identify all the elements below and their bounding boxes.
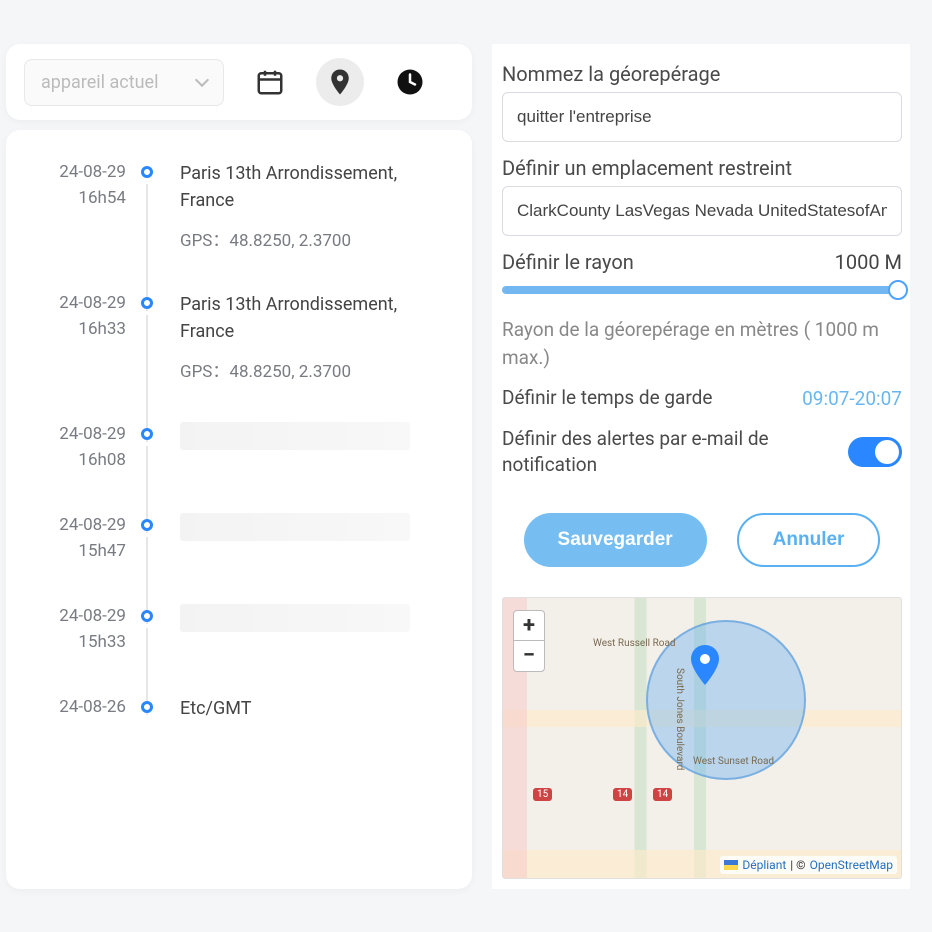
zoom-out-button[interactable]: −	[514, 641, 544, 671]
geofence-location-input[interactable]	[502, 186, 902, 236]
device-selector-label: appareil actuel	[41, 72, 158, 93]
geofence-form: Nommez la géorepérage Définir un emplace…	[492, 44, 910, 889]
leaflet-link[interactable]: Dépliant	[742, 858, 786, 872]
entry-datetime: 24-08-29 16h54	[36, 160, 132, 251]
calendar-button[interactable]	[246, 58, 294, 106]
location-pin-icon	[325, 67, 355, 97]
guard-time-label: Définir le temps de garde	[502, 385, 712, 412]
geofence-name-input[interactable]	[502, 92, 902, 142]
calendar-icon	[255, 67, 285, 97]
timeline-dot-icon	[141, 519, 153, 531]
entry-datetime: 24-08-29 15h47	[36, 513, 132, 564]
map-attribution: Dépliant | © OpenStreetMap	[720, 856, 897, 874]
entry-gps: GPS：48.8250, 2.3700	[180, 226, 442, 251]
flag-icon	[724, 860, 738, 870]
map-route-shield: 15	[533, 788, 552, 801]
timeline-toolbar: appareil actuel	[6, 44, 472, 120]
save-button[interactable]: Sauvegarder	[524, 513, 707, 567]
timeline-entry[interactable]: 24-08-29 16h08	[36, 422, 442, 473]
map-route-shield: 14	[653, 788, 672, 801]
map-road-label: West Russell Road	[593, 638, 676, 649]
radius-value: 1000 M	[835, 250, 902, 274]
timeline-list: 24-08-29 16h54 Paris 13th Arrondissement…	[6, 130, 472, 889]
radius-slider[interactable]	[502, 286, 902, 294]
device-selector[interactable]: appareil actuel	[24, 59, 224, 106]
timeline-entry[interactable]: 24-08-29 15h33	[36, 604, 442, 655]
slider-thumb-icon	[888, 280, 908, 300]
timeline-dot-icon	[141, 701, 153, 713]
entry-location: Paris 13th Arrondissement, France	[180, 291, 442, 345]
map-pin-icon	[690, 645, 720, 689]
zoom-in-button[interactable]: +	[514, 611, 544, 641]
entry-datetime: 24-08-29 15h33	[36, 604, 132, 655]
geofence-map[interactable]: West Russell Road West Sunset Road South…	[502, 597, 902, 879]
geofence-location-label: Définir un emplacement restreint	[502, 156, 902, 180]
email-alert-toggle[interactable]	[848, 437, 902, 467]
geofence-name-label: Nommez la géorepérage	[502, 62, 902, 86]
entry-datetime: 24-08-29 16h33	[36, 291, 132, 382]
email-alert-label: Définir des alertes par e-mail de notifi…	[502, 426, 782, 479]
timeline-entry[interactable]: 24-08-29 16h54 Paris 13th Arrondissement…	[36, 160, 442, 251]
map-route-shield: 14	[613, 788, 632, 801]
timeline-dot-icon	[141, 428, 153, 440]
guard-time-value[interactable]: 09:07-20:07	[802, 387, 902, 410]
radius-label: Définir le rayon	[502, 250, 634, 274]
entry-datetime: 24-08-29 16h08	[36, 422, 132, 473]
entry-redacted	[180, 513, 410, 541]
entry-location: Paris 13th Arrondissement, France	[180, 160, 442, 214]
map-road-label: South Jones Boulevard	[674, 668, 685, 770]
entry-gps: GPS：48.8250, 2.3700	[180, 357, 442, 382]
radius-hint: Rayon de la géorepérage en mètres ( 1000…	[502, 316, 902, 371]
osm-link[interactable]: OpenStreetMap	[810, 858, 893, 872]
timeline-entry[interactable]: 24-08-26 Etc/GMT	[36, 695, 442, 734]
entry-redacted	[180, 422, 410, 450]
entry-datetime: 24-08-26	[36, 695, 132, 734]
location-button[interactable]	[316, 58, 364, 106]
clock-icon	[395, 67, 425, 97]
history-button[interactable]	[386, 58, 434, 106]
timeline-dot-icon	[141, 166, 153, 178]
cancel-button[interactable]: Annuler	[737, 513, 881, 567]
timeline-entry[interactable]: 24-08-29 15h47	[36, 513, 442, 564]
map-road-label: West Sunset Road	[693, 756, 774, 767]
timeline-entry[interactable]: 24-08-29 16h33 Paris 13th Arrondissement…	[36, 291, 442, 382]
entry-redacted	[180, 604, 410, 632]
map-zoom-control: + −	[513, 610, 545, 672]
toggle-knob-icon	[875, 440, 899, 464]
timeline-dot-icon	[141, 610, 153, 622]
entry-location: Etc/GMT	[180, 695, 442, 722]
timeline-dot-icon	[141, 297, 153, 309]
chevron-down-icon	[195, 73, 209, 87]
